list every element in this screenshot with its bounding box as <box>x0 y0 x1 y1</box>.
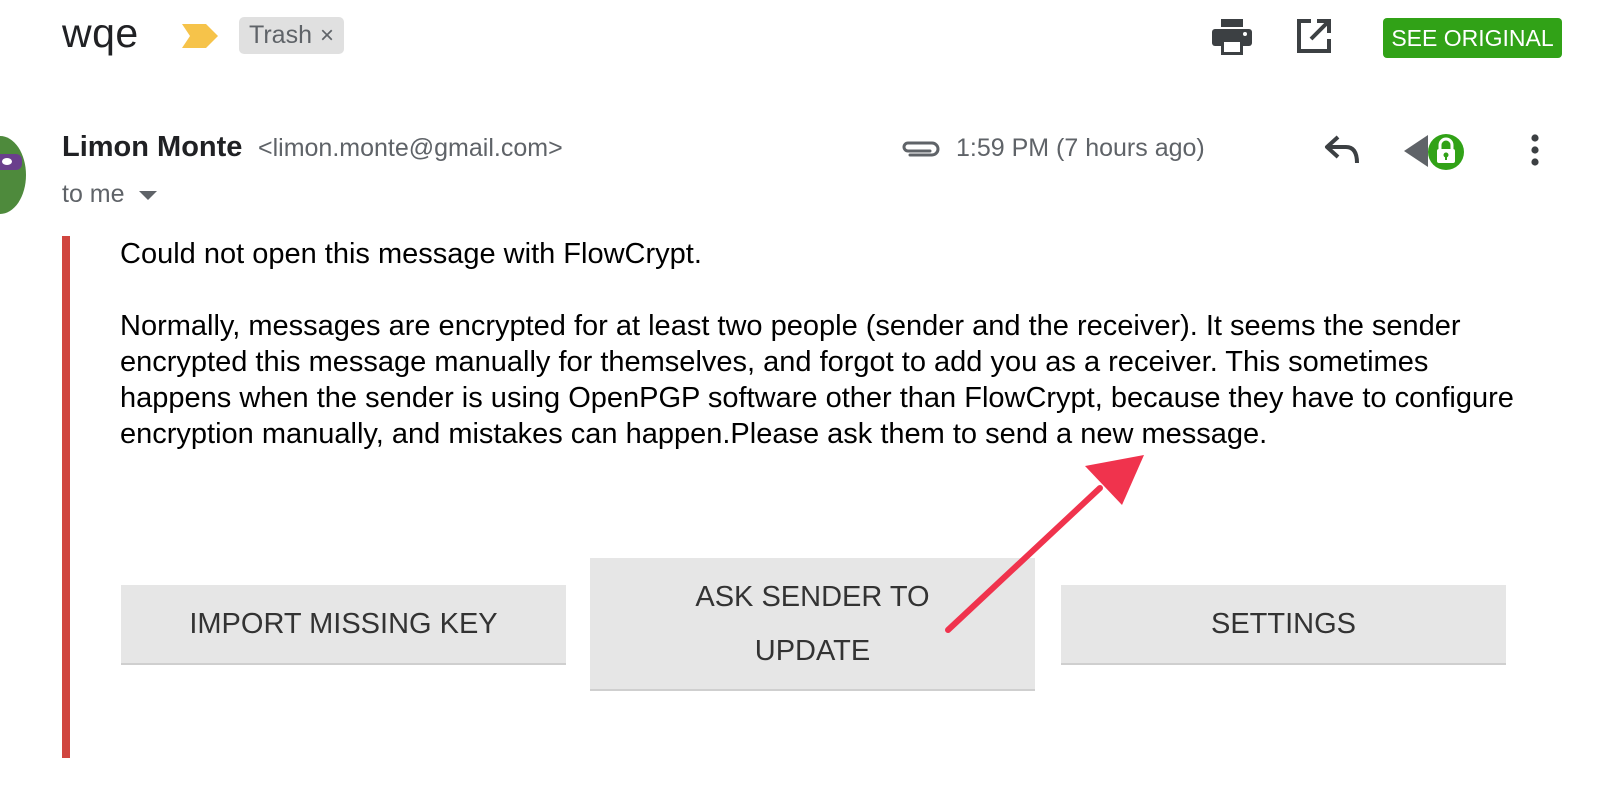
sender-email: <limon.monte@gmail.com> <box>258 134 563 162</box>
more-vert-icon[interactable] <box>1530 134 1540 171</box>
decrypt-error-title: Could not open this message with FlowCry… <box>120 238 702 270</box>
reply-icon[interactable] <box>1324 135 1360 170</box>
print-icon[interactable] <box>1212 19 1252 60</box>
label-chip-text: Trash <box>249 21 312 49</box>
see-original-button[interactable]: SEE ORIGINAL <box>1383 18 1562 58</box>
email-view: wqe Trash × SEE ORIGINAL Limon Monte <li… <box>0 0 1608 804</box>
import-missing-key-button[interactable]: IMPORT MISSING KEY <box>121 585 566 665</box>
decrypt-error-body: Normally, messages are encrypted for at … <box>120 310 1514 450</box>
recipient-details-toggle[interactable]: to me <box>62 180 157 209</box>
label-chip-trash[interactable]: Trash × <box>239 17 344 54</box>
ask-sender-to-update-button[interactable]: ASK SENDER TO UPDATE <box>590 558 1035 691</box>
email-subject: wqe <box>62 10 139 56</box>
sender-name[interactable]: Limon Monte <box>62 131 242 164</box>
attachment-icon <box>900 139 940 164</box>
open-in-new-window-icon[interactable] <box>1296 18 1332 59</box>
sender-avatar[interactable] <box>0 136 26 214</box>
message-timestamp: 1:59 PM (7 hours ago) <box>956 134 1205 162</box>
recipient-text: to me <box>62 180 125 208</box>
secure-reply-lock-icon[interactable] <box>1404 131 1470 176</box>
settings-button[interactable]: SETTINGS <box>1061 585 1506 665</box>
error-indicator-bar <box>62 236 70 758</box>
remove-label-icon[interactable]: × <box>320 22 334 50</box>
chevron-down-icon[interactable] <box>138 191 157 200</box>
importance-marker-icon[interactable] <box>182 24 218 53</box>
